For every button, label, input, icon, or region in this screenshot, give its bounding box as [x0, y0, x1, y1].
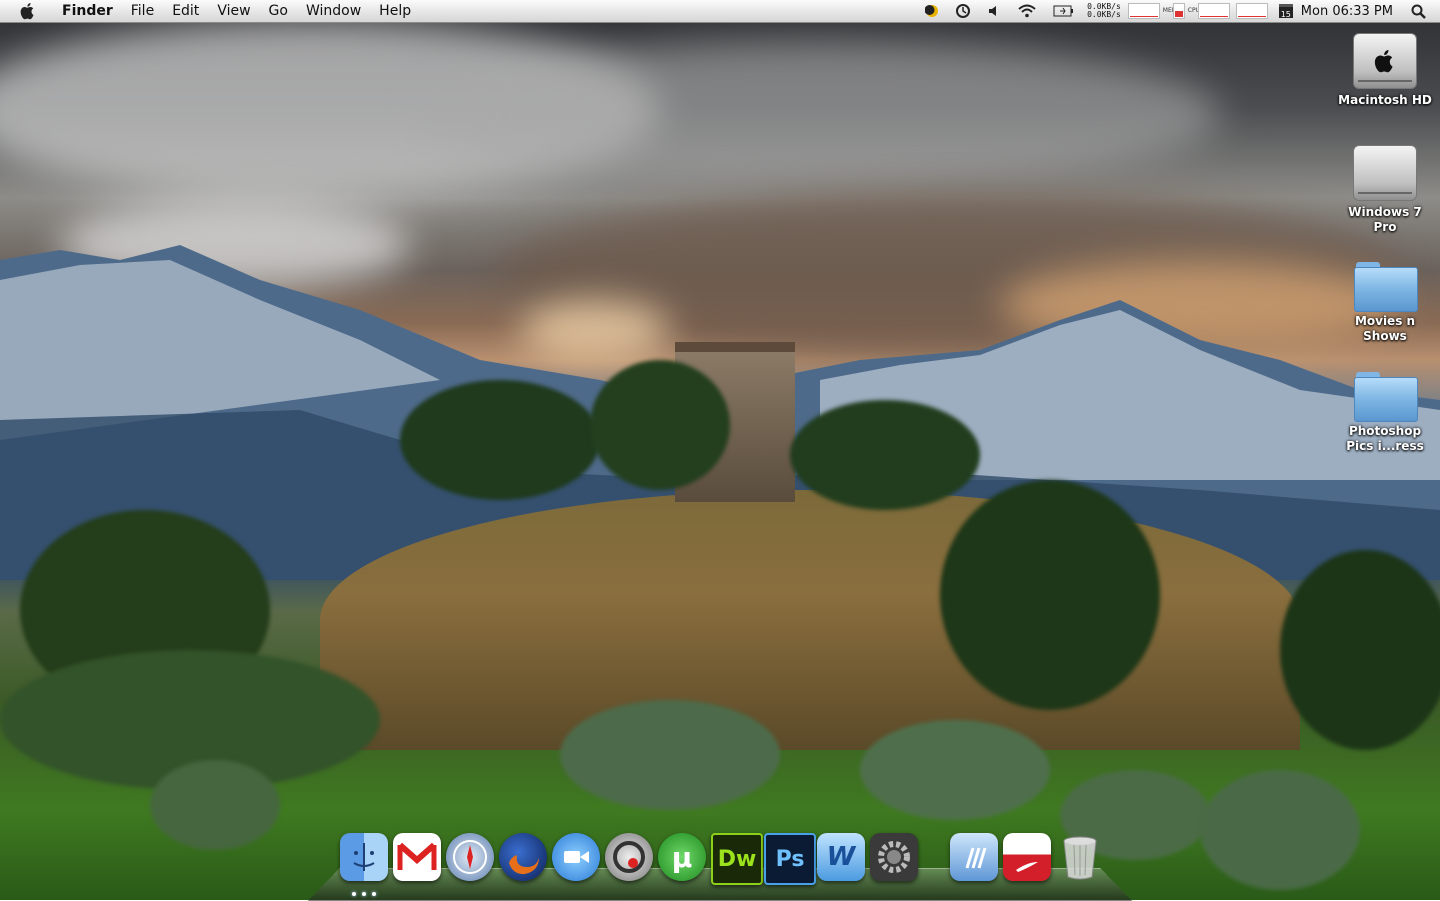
itunes-icon[interactable]: [605, 833, 653, 881]
memory-meter[interactable]: [1172, 3, 1185, 19]
desktop-wallpaper: [0, 0, 1440, 900]
applications-stack-icon[interactable]: [950, 833, 998, 881]
net-download-rate: 0.0KB/s: [1087, 10, 1121, 19]
dreamweaver-icon[interactable]: Dw: [711, 833, 763, 885]
photoshop-glyph: Ps: [775, 846, 805, 872]
safari-icon[interactable]: [446, 833, 494, 881]
menu-app-finder[interactable]: Finder: [53, 0, 122, 22]
menu-help[interactable]: Help: [370, 0, 420, 22]
wifi-icon[interactable]: [1017, 4, 1037, 18]
ichat-icon[interactable]: [552, 833, 600, 881]
desktop-icon-label: Movies n Shows: [1354, 314, 1416, 343]
folder-icon: [1354, 262, 1418, 312]
word-glyph: W: [826, 842, 856, 872]
apple-menu-icon[interactable]: [17, 2, 39, 20]
desktop-icon-photoshop-pics[interactable]: Photoshop Pics i...ress: [1335, 372, 1435, 454]
menu-go[interactable]: Go: [260, 0, 297, 22]
hard-drive-icon: [1353, 145, 1417, 201]
running-indicator: [362, 892, 366, 896]
network-graph: [1127, 3, 1160, 19]
desktop-icon-movies-n-shows[interactable]: Movies n Shows: [1335, 262, 1435, 344]
trash-icon[interactable]: [1056, 833, 1104, 881]
cpu-meter-2[interactable]: [1235, 3, 1268, 19]
hard-drive-icon: [1353, 33, 1417, 89]
menu-extras: 0.0KB/s 0.0KB/s MEM CPU 15 Mon 06:33 PM: [917, 0, 1440, 22]
photoshop-icon[interactable]: Ps: [764, 833, 816, 885]
volume-icon[interactable]: [987, 4, 1001, 18]
network-monitor[interactable]: 0.0KB/s 0.0KB/s: [1087, 3, 1121, 19]
battery-icon[interactable]: [1053, 5, 1075, 17]
gmail-icon[interactable]: [393, 833, 441, 881]
utorrent-icon[interactable]: µ: [658, 833, 706, 881]
menu-file[interactable]: File: [122, 0, 163, 22]
menu-clock[interactable]: Mon 06:33 PM: [1301, 4, 1393, 19]
dreamweaver-glyph: Dw: [717, 846, 757, 872]
menu-window[interactable]: Window: [297, 0, 370, 22]
menu-bar: Finder File Edit View Go Window Help 0.0…: [0, 0, 1440, 23]
microsoft-word-icon[interactable]: W: [817, 833, 865, 881]
moon-icon[interactable]: [925, 4, 939, 18]
spotlight-icon[interactable]: [1411, 4, 1426, 19]
menu-edit[interactable]: Edit: [163, 0, 208, 22]
calendar-day: 15: [1278, 4, 1293, 19]
utorrent-glyph: µ: [671, 840, 693, 874]
documents-stack-icon[interactable]: [1003, 833, 1051, 881]
calendar-icon[interactable]: 15: [1278, 4, 1293, 19]
firefox-icon[interactable]: [499, 833, 547, 881]
desktop-icon-label: Windows 7 Pro: [1348, 205, 1422, 234]
desktop-icon-label: Macintosh HD: [1338, 93, 1432, 107]
mem-label: MEM: [1162, 7, 1177, 14]
time-machine-icon[interactable]: [955, 3, 971, 19]
desktop-icon-macintosh-hd[interactable]: Macintosh HD: [1335, 33, 1435, 108]
menu-view[interactable]: View: [208, 0, 259, 22]
finder-icon[interactable]: [340, 833, 388, 881]
desktop-icon-windows-7-pro[interactable]: Windows 7 Pro: [1335, 145, 1435, 235]
cpu-meter-1[interactable]: [1197, 3, 1230, 19]
cpu-label: CPU: [1187, 7, 1200, 14]
running-indicator: [372, 892, 376, 896]
system-preferences-icon[interactable]: [870, 833, 918, 881]
running-indicator: [352, 892, 356, 896]
desktop-icon-label: Photoshop Pics i...ress: [1346, 424, 1424, 453]
folder-icon: [1354, 372, 1418, 422]
